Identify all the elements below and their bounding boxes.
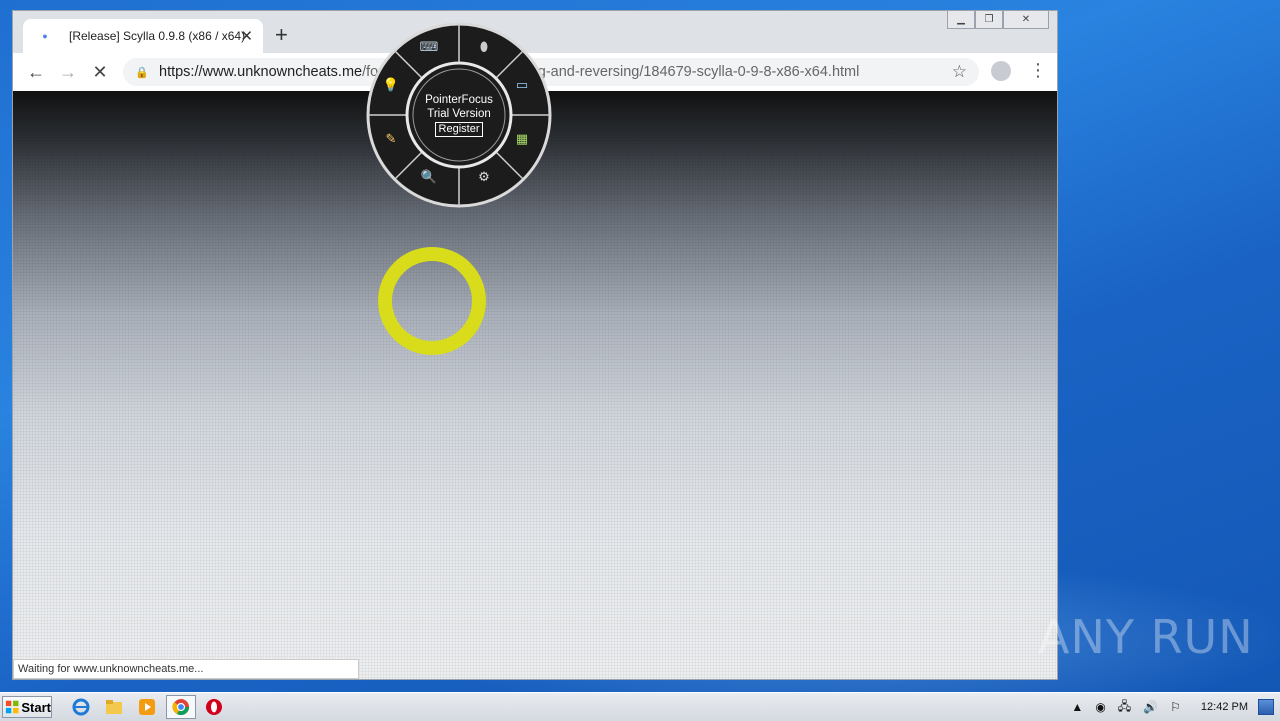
minimize-button[interactable]: ▁: [947, 11, 975, 29]
register-button[interactable]: Register: [434, 122, 484, 137]
url-host: https://www.unknowncheats.me: [159, 64, 363, 80]
lightbulb-icon[interactable]: 💡: [380, 74, 402, 96]
pointer-focus-ring: [378, 247, 486, 355]
tray-expand-icon[interactable]: ▲: [1071, 700, 1083, 714]
windows-logo-icon: [5, 700, 19, 714]
spotlight-icon[interactable]: ▦: [511, 128, 533, 150]
clock[interactable]: 12:42 PM: [1201, 701, 1248, 713]
tab-loading-icon: ●: [42, 31, 48, 41]
keyboard-icon[interactable]: ⌨: [418, 36, 440, 58]
back-arrow-icon[interactable]: ←: [25, 61, 47, 83]
close-button[interactable]: ✕: [1003, 11, 1049, 29]
window-controls: ▁ ❐ ✕: [947, 11, 1049, 29]
internet-explorer-icon[interactable]: [70, 697, 92, 717]
system-tray: ▲ ◉ 🖧 🔊 ⚐ 12:42 PM: [1065, 693, 1280, 721]
bookmark-star-icon[interactable]: ☆: [952, 62, 967, 82]
tab-title: [Release] Scylla 0.9.8 (x86 / x64): [69, 29, 246, 43]
new-tab-button[interactable]: +: [275, 24, 288, 46]
tab-close-icon[interactable]: ✕: [240, 27, 253, 45]
restore-button[interactable]: ❐: [975, 11, 1003, 29]
network-icon[interactable]: 🖧: [1118, 697, 1131, 718]
app-name: PointerFocus: [425, 94, 493, 106]
pen-icon[interactable]: ✎: [380, 128, 402, 150]
start-label: Start: [21, 699, 51, 715]
watermark-text: ANY RUN: [1038, 610, 1254, 664]
radial-center: PointerFocus Trial Version Register: [409, 65, 509, 165]
chrome-menu-icon[interactable]: ⋮: [1029, 60, 1047, 80]
profile-avatar-icon[interactable]: [991, 61, 1011, 81]
taskbar: Start ▲ ◉ 🖧 🔊 ⚐ 12:42 PM: [0, 692, 1280, 721]
stop-loading-icon[interactable]: ✕: [89, 61, 111, 83]
lock-icon: 🔒: [135, 66, 149, 79]
forward-arrow-icon[interactable]: →: [57, 61, 79, 83]
status-bubble: Waiting for www.unknowncheats.me...: [13, 659, 359, 679]
chrome-taskbar-icon[interactable]: [166, 695, 196, 719]
eraser-icon[interactable]: ⬮: [473, 36, 495, 58]
file-explorer-icon[interactable]: [103, 697, 125, 717]
settings-gear-icon[interactable]: ⚙: [473, 166, 495, 188]
start-button[interactable]: Start: [2, 696, 52, 718]
trial-label: Trial Version: [427, 108, 491, 120]
show-desktop-button[interactable]: [1258, 699, 1274, 715]
anyrun-watermark: ANY RUN: [1038, 610, 1254, 664]
media-player-icon[interactable]: [136, 697, 158, 717]
screen-icon[interactable]: ▭: [511, 74, 533, 96]
tray-app-icon[interactable]: ◉: [1095, 700, 1105, 714]
action-center-flag-icon[interactable]: ⚐: [1170, 700, 1181, 714]
magnifier-icon[interactable]: 🔍: [418, 166, 440, 188]
browser-tab-active[interactable]: ● [Release] Scylla 0.9.8 (x86 / x64) ✕: [23, 19, 263, 53]
opera-icon[interactable]: [203, 697, 225, 717]
pointerfocus-radial-menu: ⌨ ⬮ ▭ ▦ ⚙ 🔍 ✎ 💡 PointerFocus Trial Versi…: [366, 22, 552, 208]
volume-icon[interactable]: 🔊: [1143, 700, 1158, 714]
